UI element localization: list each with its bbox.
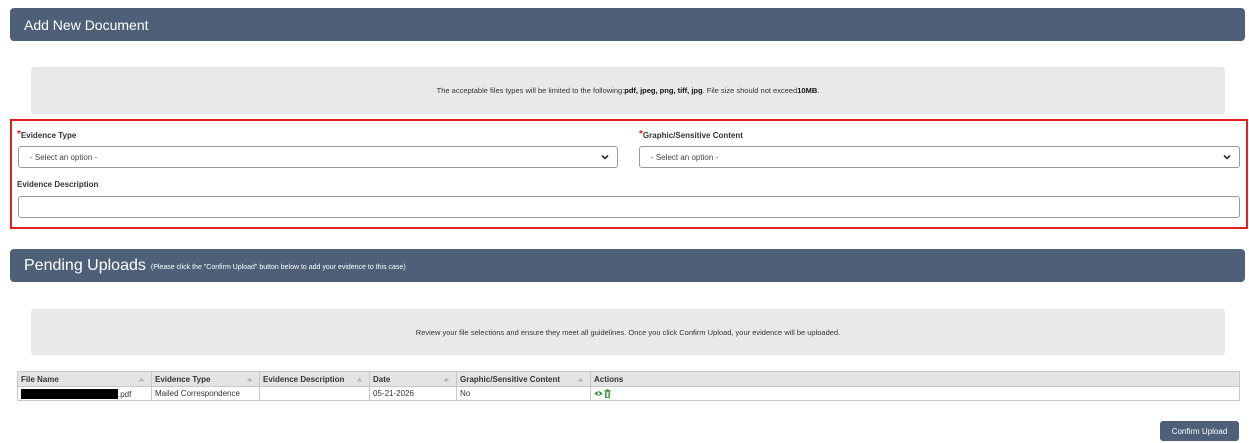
review-notice: Review your file selections and ensure t… bbox=[31, 309, 1225, 355]
pending-uploads-subtitle: (Please click the "Confirm Upload" butto… bbox=[150, 264, 406, 271]
redacted-file-name bbox=[21, 388, 118, 399]
column-header-date[interactable]: Date bbox=[369, 371, 457, 387]
chevron-down-icon bbox=[601, 154, 609, 160]
add-document-header: Add New Document bbox=[10, 8, 1245, 41]
column-header-label: Evidence Type bbox=[155, 374, 211, 384]
evidence-type-label-text: Evidence Type bbox=[20, 131, 77, 140]
column-header-label: Graphic/Sensitive Content bbox=[460, 374, 561, 384]
chevron-down-icon bbox=[1223, 154, 1231, 160]
file-name-cell: .pdf bbox=[17, 386, 152, 401]
evidence-type-label: *Evidence Type bbox=[17, 129, 76, 140]
evidence-description-input[interactable] bbox=[18, 196, 1240, 218]
confirm-upload-button[interactable]: Confirm Upload bbox=[1160, 421, 1239, 441]
column-header-label: Evidence Description bbox=[263, 374, 345, 384]
column-header-evidence-type[interactable]: Evidence Type bbox=[151, 371, 260, 387]
notice-middle: . File size should not exceed bbox=[702, 86, 798, 95]
evidence-description-cell bbox=[259, 386, 370, 401]
file-extension: .pdf bbox=[118, 389, 132, 399]
evidence-form-highlight: *Evidence Type - Select an option - *Gra… bbox=[10, 119, 1248, 229]
date-cell: 05-21-2026 bbox=[369, 386, 457, 401]
column-header-label: Date bbox=[373, 374, 391, 384]
table-header-row: File Name Evidence Type Evidence Descrip… bbox=[17, 371, 1240, 387]
column-header-label: Actions bbox=[594, 374, 624, 384]
evidence-type-cell: Mailed Correspondence bbox=[151, 386, 260, 401]
sort-arrow-icon bbox=[577, 377, 584, 382]
column-header-evidence-description[interactable]: Evidence Description bbox=[259, 371, 370, 387]
column-header-graphic-content[interactable]: Graphic/Sensitive Content bbox=[456, 371, 591, 387]
graphic-content-select-value: - Select an option - bbox=[651, 152, 719, 162]
graphic-content-label: *Graphic/Sensitive Content bbox=[639, 129, 743, 140]
graphic-content-label-text: Graphic/Sensitive Content bbox=[642, 131, 743, 140]
notice-file-types: pdf, jpeg, png, tiff, jpg bbox=[624, 86, 703, 95]
eye-icon[interactable] bbox=[594, 390, 603, 397]
evidence-description-label: Evidence Description bbox=[17, 180, 99, 189]
sort-arrow-icon bbox=[138, 377, 145, 382]
page: Add New Document The acceptable files ty… bbox=[0, 0, 1249, 443]
sort-arrow-icon bbox=[356, 377, 363, 382]
notice-suffix: . bbox=[817, 86, 820, 95]
actions-cell bbox=[590, 386, 1240, 401]
graphic-content-select[interactable]: - Select an option - bbox=[639, 146, 1240, 168]
pending-uploads-table: File Name Evidence Type Evidence Descrip… bbox=[17, 371, 1240, 401]
notice-file-size: 10MB bbox=[797, 86, 818, 95]
column-header-label: File Name bbox=[21, 374, 59, 384]
sort-arrow-icon bbox=[443, 377, 450, 382]
column-header-file-name[interactable]: File Name bbox=[17, 371, 152, 387]
pending-uploads-header: Pending Uploads (Please click the "Confi… bbox=[10, 249, 1245, 282]
evidence-type-select-value: - Select an option - bbox=[30, 152, 98, 162]
trash-icon[interactable] bbox=[604, 388, 611, 398]
graphic-content-cell: No bbox=[456, 386, 591, 401]
column-header-actions: Actions bbox=[590, 371, 1240, 387]
add-document-title: Add New Document bbox=[24, 16, 149, 33]
evidence-type-select[interactable]: - Select an option - bbox=[18, 146, 618, 168]
notice-prefix: The acceptable files types will be limit… bbox=[436, 86, 625, 95]
file-types-notice: The acceptable files types will be limit… bbox=[31, 67, 1225, 114]
table-row: .pdf Mailed Correspondence 05-21-2026 No bbox=[17, 386, 1240, 401]
pending-uploads-title: Pending Uploads bbox=[24, 256, 146, 274]
sort-arrow-icon bbox=[246, 377, 253, 382]
